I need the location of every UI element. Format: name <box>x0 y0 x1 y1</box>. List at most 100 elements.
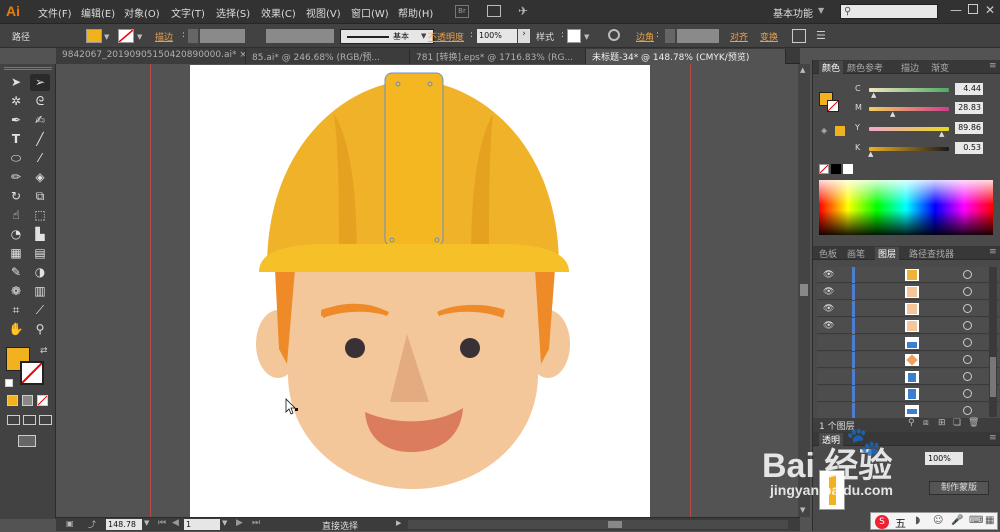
zoom-level-input[interactable]: 148.78 <box>106 519 142 530</box>
ime-microphone-icon[interactable]: 🎤 <box>951 515 963 526</box>
make-mask-button[interactable]: 制作蒙版 <box>929 481 989 495</box>
layer-target-icon[interactable] <box>963 389 972 398</box>
menu-object[interactable]: 对象(O) <box>124 5 160 20</box>
draw-normal-icon[interactable] <box>7 415 20 425</box>
maximize-button[interactable] <box>968 4 978 14</box>
ime-menu-icon[interactable]: ▦ <box>985 515 994 526</box>
rotate-tool-icon[interactable]: ↻ <box>6 188 26 205</box>
channel-c-value[interactable]: 4.44 <box>955 83 983 95</box>
visibility-eye-icon[interactable]: 👁 <box>823 287 834 297</box>
eraser-tool-icon[interactable]: ◈ <box>30 169 50 186</box>
menu-type[interactable]: 文字(T) <box>171 5 205 20</box>
corner-stepper[interactable] <box>665 29 675 43</box>
right-eye[interactable] <box>460 338 480 358</box>
channel-c-thumb[interactable]: ▲ <box>871 91 876 99</box>
draw-behind-icon[interactable] <box>23 415 36 425</box>
free-transform-tool-icon[interactable]: ⬚ <box>30 207 50 224</box>
opacity-stepper-icon[interactable]: › <box>518 29 530 43</box>
layer-row[interactable] <box>817 403 999 419</box>
transparency-menu-icon[interactable]: ≡ <box>989 433 997 443</box>
artboard-tool-icon[interactable]: ⌗ <box>6 302 26 319</box>
last-color-swatch[interactable] <box>835 126 845 136</box>
next-artboard-icon[interactable]: ▶ <box>236 518 243 528</box>
ellipse-tool-icon[interactable]: ⬭ <box>6 150 26 167</box>
blend-tool-icon[interactable]: ◑ <box>30 264 50 281</box>
channel-m-thumb[interactable]: ▲ <box>890 110 895 118</box>
layer-target-icon[interactable] <box>963 321 972 330</box>
panel-menu-icon[interactable]: ≡ <box>989 61 997 71</box>
layers-scrollbar[interactable] <box>989 267 997 417</box>
tab-gradient[interactable]: 渐变 <box>931 61 949 74</box>
opacity-input[interactable]: 100% <box>477 29 517 43</box>
perspective-grid-tool-icon[interactable]: ▙ <box>30 226 50 243</box>
gradient-tool-icon[interactable]: ▤ <box>30 245 50 262</box>
channel-m-value[interactable]: 28.83 <box>955 102 983 114</box>
symbol-sprayer-tool-icon[interactable]: ❁ <box>6 283 26 300</box>
tab-layers[interactable]: 图层 <box>875 247 900 260</box>
layer-target-icon[interactable] <box>963 287 972 296</box>
ime-keyboard-icon[interactable]: ⌨ <box>969 515 983 526</box>
default-colors-icon[interactable] <box>5 379 13 387</box>
draw-inside-icon[interactable] <box>39 415 52 425</box>
direct-selection-tool-icon[interactable]: ➢ <box>30 74 50 91</box>
channel-c-slider[interactable] <box>869 88 949 92</box>
none-mode-icon[interactable] <box>37 395 48 406</box>
ime-toolbar[interactable]: S 五 ◗ ☺ 🎤 ⌨ ▦ <box>870 512 998 530</box>
layer-row[interactable] <box>817 386 999 402</box>
lasso-tool-icon[interactable]: ᘓ <box>30 93 50 110</box>
fill-swatch[interactable] <box>86 29 102 43</box>
new-sublayer-icon[interactable]: ⊞ <box>938 418 946 428</box>
layer-row[interactable] <box>817 369 999 385</box>
scale-tool-icon[interactable]: ⧉ <box>30 188 50 205</box>
column-graph-tool-icon[interactable]: ▥ <box>30 283 50 300</box>
fill-dropdown-icon[interactable]: ▼ <box>104 33 109 47</box>
layers-menu-icon[interactable]: ≡ <box>989 247 997 257</box>
channel-y-slider[interactable] <box>869 127 949 131</box>
layer-target-icon[interactable] <box>963 338 972 347</box>
layer-target-icon[interactable] <box>963 406 972 415</box>
color-spectrum[interactable] <box>819 180 993 235</box>
slice-tool-icon[interactable]: ⟋ <box>30 302 50 319</box>
visibility-eye-icon[interactable]: 👁 <box>823 321 834 331</box>
stroke-swatch[interactable] <box>118 29 134 43</box>
curvature-tool-icon[interactable]: ✍ <box>30 112 50 129</box>
brush-definition[interactable]: 基本 ▼ <box>340 29 434 44</box>
layer-target-icon[interactable] <box>963 304 972 313</box>
tab-document-3[interactable]: 781 [转换].eps* @ 1716.83% (RG... <box>410 49 586 64</box>
hand-tool-icon[interactable]: ✋ <box>6 321 26 338</box>
control-menu-icon[interactable]: ☰ <box>816 29 826 43</box>
eyedropper-tool-icon[interactable]: ✎ <box>6 264 26 281</box>
transform-link[interactable]: 变换 <box>760 30 778 43</box>
visibility-eye-icon[interactable]: 👁 <box>823 304 834 314</box>
type-tool-icon[interactable]: T <box>6 131 26 148</box>
previous-artboard-icon[interactable]: ◀ <box>172 518 179 528</box>
tab-document-2[interactable]: 85.ai* @ 246.68% (RGB/预... <box>246 49 410 64</box>
last-artboard-icon[interactable]: ⏭ <box>252 518 260 528</box>
tab-stroke[interactable]: 描边 <box>901 61 919 74</box>
paintbrush-tool-icon[interactable]: ⁄ <box>30 150 50 167</box>
screen-mode-icon[interactable] <box>18 435 36 447</box>
locate-object-icon[interactable]: ⚲ <box>908 418 915 428</box>
color-mode-icon[interactable] <box>7 395 18 406</box>
layer-target-icon[interactable] <box>963 355 972 364</box>
menu-window[interactable]: 窗口(W) <box>351 5 389 20</box>
canvas-area[interactable] <box>57 64 798 517</box>
delete-layer-icon[interactable]: 🗑 <box>968 418 979 428</box>
menu-effect[interactable]: 效果(C) <box>261 5 296 20</box>
helmet-ridge-selected[interactable] <box>385 73 443 246</box>
swap-fill-stroke-icon[interactable]: ⇄ <box>40 346 48 356</box>
tab-color-guide[interactable]: 颜色参考 <box>847 61 883 74</box>
corner-label[interactable]: 边角 <box>636 30 654 43</box>
align-link[interactable]: 对齐 <box>730 30 748 43</box>
menu-help[interactable]: 帮助(H) <box>398 5 433 20</box>
tab-brushes[interactable]: 画笔 <box>847 247 865 260</box>
artboard-number-input[interactable]: 1 <box>184 519 220 530</box>
style-dropdown-icon[interactable]: ▼ <box>584 33 589 47</box>
arrange-documents-icon[interactable] <box>487 5 501 17</box>
ime-punctuation-icon[interactable]: ◗ <box>915 515 920 526</box>
selection-tool-icon[interactable]: ➤ <box>6 74 26 91</box>
pencil-tool-icon[interactable]: ✏ <box>6 169 26 186</box>
share-icon[interactable]: ⤴ <box>88 519 96 530</box>
horizontal-scroll-thumb[interactable] <box>608 521 622 528</box>
color-panel-stroke-swatch[interactable] <box>827 100 839 112</box>
